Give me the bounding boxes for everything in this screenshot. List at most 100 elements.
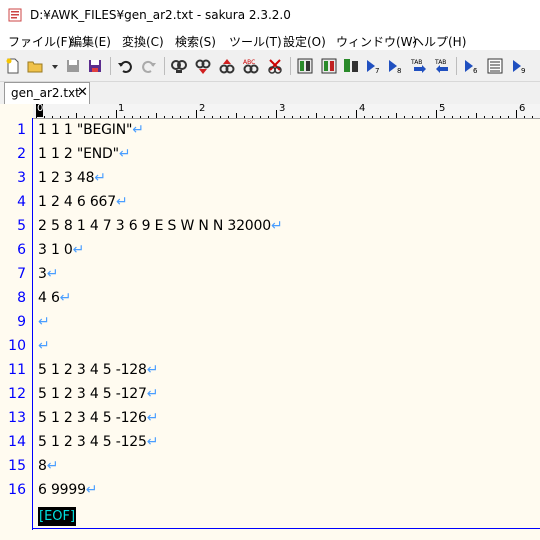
line-number: 11 [8,362,26,378]
code-line[interactable]: 1 1 1 "BEGIN"↵ [38,122,144,138]
code-line[interactable]: 8↵ [38,458,58,474]
list-icon[interactable] [486,57,504,75]
replace-icon[interactable]: ABC [242,57,260,75]
ruler-tick [508,116,509,118]
ruler-tick [444,116,445,118]
menu-search[interactable]: 検索(S) [175,33,216,50]
code-text: 1 1 1 "BEGIN" [38,122,133,138]
search-prev-icon[interactable] [194,57,212,75]
eol-mark: ↵ [146,386,159,402]
ruler-tick [132,116,133,118]
menu-tools[interactable]: ツール(T) [229,33,282,50]
svg-text:TAB: TAB [410,59,422,66]
code-text: 1 2 4 6 667 [38,194,116,210]
line-number: 13 [8,410,26,426]
code-line[interactable]: 2 5 8 1 4 7 3 6 9 E S W N N 32000↵ [38,218,283,234]
ruler-tick [332,116,333,118]
code-line[interactable]: ↵ [38,338,50,354]
search-next-icon[interactable] [218,57,236,75]
ruler-tick [228,116,229,118]
ruler-tick [420,116,421,118]
editor-area[interactable]: 0 1 2 3 4 5 6 11 1 1 "BEGIN"↵ 2 1 1 2 "END… [0,103,540,540]
code-text: 8 [38,458,47,474]
save-icon[interactable] [64,57,82,75]
code-line[interactable]: 1 1 2 "END"↵ [38,146,131,162]
toolbar-separator [164,57,165,75]
grep-replace-icon[interactable] [320,57,338,75]
grep-icon[interactable] [296,57,314,75]
tab-label: gen_ar2.txt [11,86,80,100]
tab-next-icon[interactable]: TAB [410,57,428,75]
ruler-tick [148,116,149,118]
column-ruler: 0 1 2 3 4 5 6 [33,103,540,119]
bookmark-icon[interactable]: 9 [510,57,528,75]
new-file-icon[interactable] [4,57,22,75]
ruler-tick [452,116,453,118]
close-icon[interactable]: ✕ [77,85,88,100]
clear-marks-icon[interactable] [266,57,284,75]
ruler-tick [284,116,285,118]
compare-icon[interactable] [342,57,360,75]
ruler-tick [76,113,77,118]
outline-icon[interactable]: 6 [462,57,480,75]
cursor-underline [33,528,540,529]
code-text: 4 6 [38,290,60,306]
code-line[interactable]: 5 1 2 3 4 5 -126↵ [38,410,158,426]
eol-mark: ↵ [118,146,131,162]
ruler-mark: 4 [359,103,366,114]
code-line[interactable]: 5 1 2 3 4 5 -127↵ [38,386,158,402]
toolbar-separator [456,57,457,75]
ruler-tick [412,116,413,118]
ruler-tick [460,116,461,118]
tab-gen-ar2[interactable]: gen_ar2.txt ✕ [4,82,90,104]
toolbar-separator [110,57,111,75]
eol-mark: ↵ [46,266,59,282]
code-line[interactable]: 5 1 2 3 4 5 -125↵ [38,434,158,450]
undo-icon[interactable] [116,57,134,75]
menu-help[interactable]: ヘルプ(H) [412,33,466,50]
ruler-tick [156,113,157,118]
code-line[interactable]: 5 1 2 3 4 5 -128↵ [38,362,158,378]
code-line[interactable]: 3↵ [38,266,58,282]
ruler-tick [220,116,221,118]
tab-prev-icon[interactable]: TAB [434,57,452,75]
ruler-tick [212,116,213,118]
eol-mark: ↵ [85,482,98,498]
ruler-tick [484,116,485,118]
code-line[interactable]: 6 9999↵ [38,482,98,498]
ruler-tick [236,113,237,118]
code-line[interactable]: ↵ [38,314,50,330]
menu-settings[interactable]: 設定(O) [283,33,326,50]
ruler-tick [140,116,141,118]
open-folder-icon[interactable] [26,57,44,75]
menu-edit[interactable]: 編集(E) [70,33,111,50]
window-title: D:¥AWK_FILES¥gen_ar2.txt - sakura 2.3.2.… [30,8,291,22]
ruler-tick [348,116,349,118]
ruler-tick [180,116,181,118]
search-icon[interactable] [170,57,188,75]
ruler-tick [364,116,365,118]
code-line[interactable]: 4 6↵ [38,290,71,306]
ruler-tick [196,110,197,118]
eol-mark: ↵ [38,338,50,354]
eof-marker: [EOF] [38,507,77,526]
menu-convert[interactable]: 変換(C) [122,33,164,50]
ruler-mark: 1 [118,103,125,114]
code-line[interactable]: 3 1 0↵ [38,242,84,258]
save-all-icon[interactable] [86,57,104,75]
dropdown-arrow-icon[interactable] [46,57,58,75]
ruler-tick [468,116,469,118]
code-line[interactable]: 1 2 4 6 667↵ [38,194,128,210]
ruler-tick [172,116,173,118]
bookmark-next-icon[interactable]: 8 [386,57,404,75]
redo-icon[interactable] [140,57,158,75]
code-line[interactable]: 1 2 3 48↵ [38,170,106,186]
jump-icon[interactable]: 7 [364,57,382,75]
ruler-tick [428,116,429,118]
menu-file[interactable]: ファイル(F) [8,33,72,50]
code-text: 5 1 2 3 4 5 -126 [38,410,147,426]
ruler-tick [252,116,253,118]
code-text: 3 [38,266,47,282]
ruler-tick [380,116,381,118]
menu-window[interactable]: ウィンドウ(W) [336,33,417,50]
